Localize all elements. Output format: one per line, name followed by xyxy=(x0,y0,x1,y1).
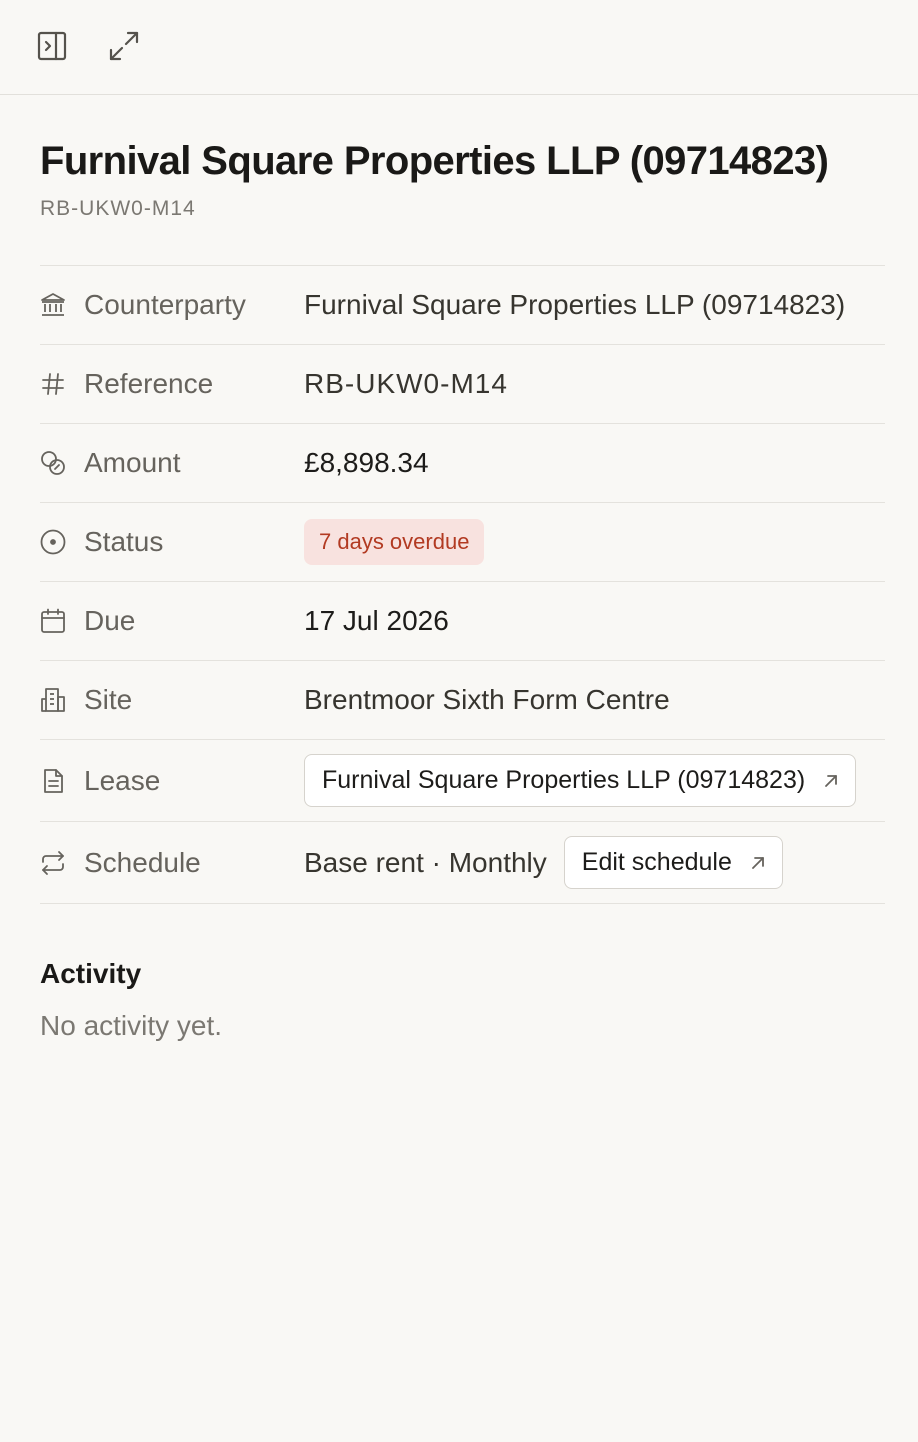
due-date-value: 17 Jul 2026 xyxy=(304,605,449,636)
repeat-icon xyxy=(40,849,68,877)
lease-link-label: Furnival Square Properties LLP (09714823… xyxy=(322,766,806,794)
property-label: Counterparty xyxy=(84,289,246,320)
property-label: Site xyxy=(84,684,133,715)
schedule-value: Base rent · Monthly xyxy=(304,846,547,878)
toolbar xyxy=(0,0,918,95)
property-label: Schedule xyxy=(84,846,201,878)
page-title: Furnival Square Properties LLP (09714823… xyxy=(40,139,829,183)
document-icon xyxy=(40,767,68,795)
building-icon xyxy=(40,686,68,714)
property-row-amount: Amount £8,898.34 xyxy=(40,424,885,503)
coins-icon xyxy=(40,449,68,477)
detail-panel: Furnival Square Properties LLP (09714823… xyxy=(0,95,918,1042)
site-value: Brentmoor Sixth Form Centre xyxy=(304,684,670,715)
expand-arrows-icon xyxy=(109,31,139,61)
edit-schedule-label: Edit schedule xyxy=(581,848,732,876)
property-row-status: Status 7 days overdue xyxy=(40,503,885,582)
sidebar-panel-icon xyxy=(37,31,67,61)
lease-link-button[interactable]: Furnival Square Properties LLP (09714823… xyxy=(304,754,857,807)
hash-icon xyxy=(40,370,68,398)
property-label: Lease xyxy=(84,764,161,796)
property-label: Due xyxy=(84,605,136,636)
activity-heading: Activity xyxy=(40,958,142,989)
property-label: Reference xyxy=(84,368,214,399)
amount-value: £8,898.34 xyxy=(304,447,429,478)
expand-button[interactable] xyxy=(106,28,142,64)
property-row-counterparty: Counterparty Furnival Square Properties … xyxy=(40,266,885,345)
status-badge: 7 days overdue xyxy=(304,519,485,565)
circle-dot-icon xyxy=(40,528,68,556)
page-subtitle: RB-UKW0-M14 xyxy=(40,197,196,220)
edit-schedule-button[interactable]: Edit schedule xyxy=(563,836,783,889)
property-row-due: Due 17 Jul 2026 xyxy=(40,582,885,661)
properties-list: Counterparty Furnival Square Properties … xyxy=(40,265,885,904)
property-row-schedule: Schedule Base rent · Monthly Edit schedu… xyxy=(40,822,885,904)
property-row-reference: Reference RB-UKW0-M14 xyxy=(40,345,885,424)
activity-empty-state: No activity yet. xyxy=(40,1010,223,1041)
arrow-up-right-icon xyxy=(823,773,839,789)
property-label: Amount xyxy=(84,447,181,478)
reference-value: RB-UKW0-M14 xyxy=(304,368,508,399)
property-label: Status xyxy=(84,526,164,557)
calendar-icon xyxy=(40,607,68,635)
arrow-up-right-icon xyxy=(750,855,766,871)
bank-icon xyxy=(40,291,68,319)
toggle-panel-button[interactable] xyxy=(34,28,70,64)
property-row-lease: Lease Furnival Square Properties LLP (09… xyxy=(40,740,885,822)
counterparty-value: Furnival Square Properties LLP (09714823… xyxy=(304,289,846,320)
property-row-site: Site Brentmoor Sixth Form Centre xyxy=(40,661,885,740)
